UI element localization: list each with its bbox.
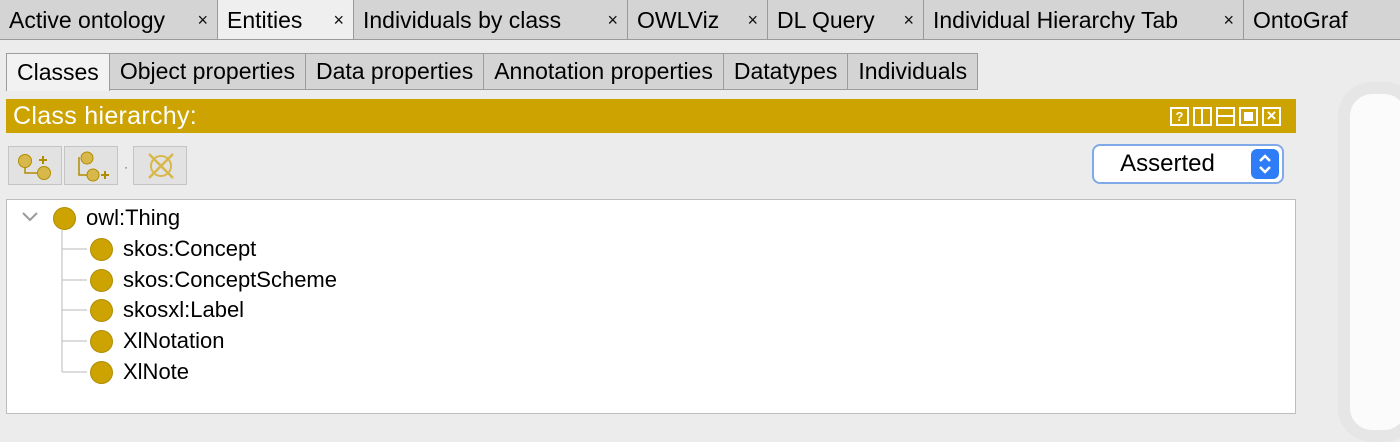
tab-annotation-properties[interactable]: Annotation properties — [484, 53, 724, 90]
tab-data-properties[interactable]: Data properties — [305, 53, 485, 90]
tab-active-ontology[interactable]: Active ontology × — [0, 0, 218, 39]
tree-node-xlnote[interactable]: XlNote — [90, 357, 189, 387]
tree-node-label: skosxl:Label — [123, 297, 245, 322]
help-icon[interactable]: ? — [1170, 106, 1189, 126]
class-icon — [90, 237, 113, 261]
tab-label: Active ontology — [9, 6, 165, 33]
class-icon — [53, 206, 76, 230]
tab-individuals[interactable]: Individuals — [848, 53, 979, 90]
tree-node-skos-conceptscheme[interactable]: skos:ConceptScheme — [90, 265, 337, 295]
add-subclass-icon — [18, 154, 51, 180]
tab-label: Individual Hierarchy Tab — [933, 6, 1179, 33]
close-icon[interactable]: × — [1262, 106, 1281, 126]
tab-label: OntoGraf — [1253, 6, 1348, 33]
tab-ontograf[interactable]: OntoGraf — [1244, 0, 1400, 39]
tab-individuals-by-class[interactable]: Individuals by class × — [354, 0, 628, 39]
class-icon — [90, 329, 113, 353]
chevron-updown-icon — [1251, 149, 1279, 179]
main-tab-bar: Active ontology × Entities × Individuals… — [0, 0, 1400, 40]
add-sibling-class-button[interactable] — [64, 146, 118, 185]
close-icon[interactable]: × — [197, 10, 208, 31]
maximize-icon[interactable] — [1239, 106, 1258, 126]
right-view-panel — [1338, 82, 1400, 442]
class-icon — [90, 298, 113, 322]
add-sibling-class-icon — [78, 151, 109, 182]
tab-label: Entities — [227, 7, 303, 33]
tab-owlviz[interactable]: OWLViz × — [628, 0, 768, 39]
delete-class-icon — [148, 153, 174, 179]
class-icon — [90, 268, 113, 292]
tab-label: DL Query — [777, 6, 875, 33]
hierarchy-mode-select[interactable]: Asserted — [1092, 144, 1284, 184]
split-horizontal-icon[interactable] — [1216, 106, 1235, 126]
view-title: Class hierarchy: — [13, 101, 198, 130]
close-icon[interactable]: × — [1223, 10, 1234, 31]
tree-node-label: skos:ConceptScheme — [123, 267, 337, 292]
tree-node-skosxl-label[interactable]: skosxl:Label — [90, 295, 244, 325]
class-tree: owl:Thing skos:Concept skos:ConceptSchem… — [6, 199, 1296, 414]
tree-node-label: XlNote — [123, 359, 190, 384]
tree-node-owl-thing[interactable]: owl:Thing — [53, 203, 180, 233]
tree-node-skos-concept[interactable]: skos:Concept — [90, 234, 256, 264]
tree-node-label: owl:Thing — [86, 205, 181, 230]
class-icon — [90, 360, 113, 384]
split-vertical-icon[interactable] — [1193, 106, 1212, 126]
tree-node-label: XlNotation — [123, 328, 225, 353]
close-icon[interactable]: × — [747, 10, 758, 31]
tab-classes[interactable]: Classes — [6, 53, 110, 91]
entity-tab-bar: Classes Object properties Data propertie… — [6, 53, 979, 91]
tab-individual-hierarchy[interactable]: Individual Hierarchy Tab × — [924, 0, 1244, 39]
toolbar-separator: · — [124, 160, 128, 174]
add-subclass-button[interactable] — [8, 146, 62, 185]
select-value: Asserted — [1120, 150, 1215, 177]
view-controls: ? × — [1170, 106, 1296, 126]
tab-datatypes[interactable]: Datatypes — [723, 53, 849, 90]
tree-node-xlnotation[interactable]: XlNotation — [90, 326, 225, 356]
close-icon[interactable]: × — [333, 10, 344, 31]
chevron-down-icon[interactable] — [21, 210, 41, 224]
tab-label: Individuals by class — [363, 6, 562, 33]
tab-label: OWLViz — [637, 6, 720, 33]
tree-node-label: skos:Concept — [123, 236, 257, 261]
tab-object-properties[interactable]: Object properties — [109, 53, 306, 90]
close-icon[interactable]: × — [607, 10, 618, 31]
tab-dl-query[interactable]: DL Query × — [768, 0, 924, 39]
close-icon[interactable]: × — [903, 10, 914, 31]
tab-entities[interactable]: Entities × — [218, 0, 354, 39]
class-hierarchy-header: Class hierarchy: ? × — [6, 99, 1296, 133]
delete-class-button[interactable] — [133, 146, 187, 185]
